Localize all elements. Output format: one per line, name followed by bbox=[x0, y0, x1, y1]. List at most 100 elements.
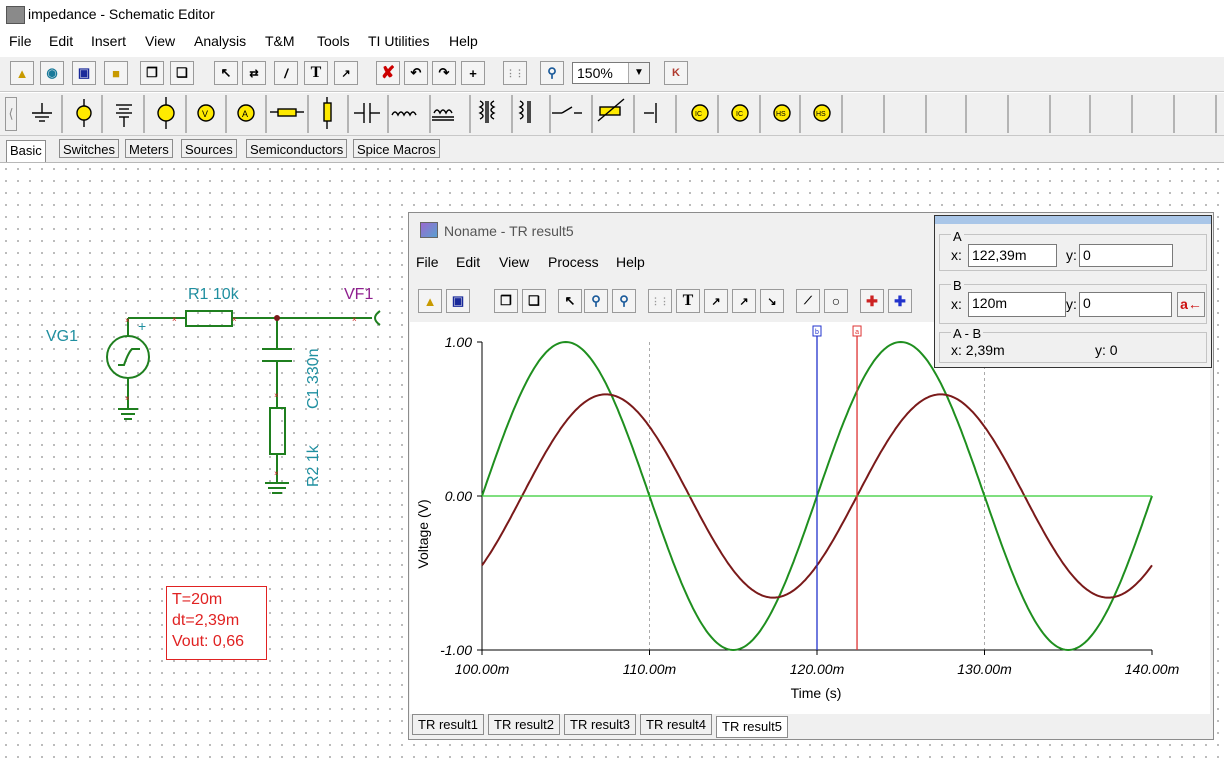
r1-resistor[interactable] bbox=[185, 310, 233, 327]
inductor-icon[interactable] bbox=[391, 111, 417, 117]
delete-icon[interactable]: ✘ bbox=[376, 61, 400, 85]
circle-tool-icon[interactable]: ○ bbox=[824, 289, 848, 313]
menu-view[interactable]: View bbox=[145, 33, 175, 49]
inductor-core-icon[interactable] bbox=[432, 109, 454, 121]
menu-ti-utilities[interactable]: TI Utilities bbox=[368, 33, 429, 49]
cursor-diff-label: A - B bbox=[951, 326, 984, 341]
text-tool-icon[interactable]: T bbox=[676, 289, 700, 313]
menu-tm[interactable]: T&M bbox=[265, 33, 295, 49]
menu-edit[interactable]: Edit bbox=[49, 33, 73, 49]
tab-switches[interactable]: Switches bbox=[59, 139, 120, 158]
pointer-icon[interactable]: ↖ bbox=[214, 61, 238, 85]
undo-icon[interactable]: ↶ bbox=[404, 61, 428, 85]
voltage-source-icon[interactable] bbox=[76, 99, 92, 127]
annotation-vout: Vout: 0,66 bbox=[172, 633, 245, 650]
tab-spice-macros[interactable]: Spice Macros bbox=[353, 139, 440, 158]
zoom-in-icon[interactable]: ⚲ bbox=[584, 289, 608, 313]
tab-semiconductors[interactable]: Semiconductors bbox=[246, 139, 348, 158]
cursor-a-y-field[interactable]: 0 bbox=[1079, 244, 1173, 267]
chevron-down-icon[interactable]: ▼ bbox=[628, 63, 649, 83]
tab-sources[interactable]: Sources bbox=[181, 139, 237, 158]
tab-tr-result3[interactable]: TR result3 bbox=[564, 714, 636, 735]
save-icon[interactable]: ▣ bbox=[446, 289, 470, 313]
redo-icon[interactable]: ↷ bbox=[432, 61, 456, 85]
paste-icon[interactable]: ❏ bbox=[522, 289, 546, 313]
result-menu-help[interactable]: Help bbox=[616, 254, 645, 270]
grid-icon[interactable]: ⋮⋮ bbox=[503, 61, 527, 85]
vf1-label: VF1 bbox=[344, 286, 373, 303]
vf1-probe[interactable] bbox=[374, 310, 381, 326]
menu-file[interactable]: File bbox=[9, 33, 32, 49]
tab-tr-result2[interactable]: TR result2 bbox=[488, 714, 560, 735]
menu-insert[interactable]: Insert bbox=[91, 33, 126, 49]
capacitor-icon[interactable] bbox=[354, 103, 380, 123]
cursor-a-x-field[interactable]: 122,39m bbox=[968, 244, 1057, 267]
tangent2-icon[interactable]: ↗ bbox=[732, 289, 756, 313]
open-icon[interactable]: ▲ bbox=[418, 289, 442, 313]
globe-icon[interactable]: ◉ bbox=[40, 61, 64, 85]
variable-resistor-icon[interactable] bbox=[597, 98, 625, 122]
cursor-panel-titlebar[interactable] bbox=[935, 216, 1211, 224]
tab-tr-result1[interactable]: TR result1 bbox=[412, 714, 484, 735]
ammeter-icon[interactable]: A bbox=[237, 104, 255, 122]
cut-icon[interactable]: K bbox=[664, 61, 688, 85]
pencil-icon[interactable]: / bbox=[274, 61, 298, 85]
cursor-b-x-field[interactable]: 120m bbox=[968, 292, 1066, 317]
tab-basic[interactable]: Basic bbox=[6, 140, 46, 162]
copy-icon[interactable]: ❐ bbox=[494, 289, 518, 313]
hs-source2-icon[interactable]: HS bbox=[813, 104, 831, 122]
menu-analysis[interactable]: Analysis bbox=[194, 33, 246, 49]
transformer2-icon[interactable] bbox=[518, 100, 531, 123]
voltmeter-icon[interactable]: V bbox=[197, 104, 215, 122]
zoom-icon[interactable]: ⚲ bbox=[540, 61, 564, 85]
controlled-source-icon[interactable]: IC bbox=[731, 104, 749, 122]
line-tool-icon[interactable]: ⟋ bbox=[796, 289, 820, 313]
open-icon[interactable]: ▲ bbox=[10, 61, 34, 85]
ground-component-icon[interactable] bbox=[32, 103, 52, 122]
c1-label: C1 330n bbox=[305, 349, 322, 410]
cursor-b-y-field[interactable]: 0 bbox=[1079, 292, 1172, 317]
annotation-box[interactable]: T=20m dt=2,39m Vout: 0,66 bbox=[166, 586, 267, 660]
component-tabs: Basic Switches Meters Sources Semiconduc… bbox=[0, 136, 1224, 163]
menu-tools[interactable]: Tools bbox=[317, 33, 350, 49]
pointer-icon[interactable]: ↖ bbox=[558, 289, 582, 313]
title-bar: impedance - Schematic Editor bbox=[0, 0, 1224, 30]
transformer-icon[interactable] bbox=[478, 100, 496, 123]
text-tool-icon[interactable]: T bbox=[304, 61, 328, 85]
paste-icon[interactable]: ❏ bbox=[170, 61, 194, 85]
r2-resistor[interactable] bbox=[265, 407, 289, 494]
battery-icon[interactable] bbox=[116, 104, 132, 127]
copy-icon[interactable]: ❐ bbox=[140, 61, 164, 85]
potentiometer-icon[interactable] bbox=[323, 97, 332, 129]
result-menu-process[interactable]: Process bbox=[548, 254, 599, 270]
result-menu-view[interactable]: View bbox=[499, 254, 529, 270]
result-menu-edit[interactable]: Edit bbox=[456, 254, 480, 270]
switch-icon[interactable] bbox=[552, 106, 582, 114]
dc-source-icon[interactable] bbox=[644, 103, 657, 123]
swap-cursor-button[interactable]: a← bbox=[1177, 292, 1205, 317]
tangent-icon[interactable]: ↗ bbox=[704, 289, 728, 313]
slope-icon[interactable]: ↘ bbox=[760, 289, 784, 313]
wire-icon[interactable]: ⇄ bbox=[242, 61, 266, 85]
label-tool-icon[interactable]: ↗ bbox=[334, 61, 358, 85]
zoom-select[interactable]: 150% ▼ bbox=[572, 62, 650, 84]
hs-source-icon[interactable]: HS bbox=[773, 104, 791, 122]
grid-icon[interactable]: ⋮⋮ bbox=[648, 289, 672, 313]
scroll-left-icon[interactable]: ⟨ bbox=[5, 97, 17, 131]
svg-text:HS: HS bbox=[816, 111, 826, 118]
tab-tr-result5[interactable]: TR result5 bbox=[716, 716, 788, 738]
tab-meters[interactable]: Meters bbox=[125, 139, 173, 158]
main-toolbar: ▲ ◉ ▣ ■ ❐ ❏ ↖ ⇄ / T ↗ ✘ ↶ ↷ + ⋮⋮ ⚲ 150% … bbox=[0, 56, 1224, 92]
save-icon[interactable]: ▣ bbox=[72, 61, 96, 85]
cursor-a-icon[interactable]: ✚ bbox=[860, 289, 884, 313]
sine-source-icon[interactable] bbox=[157, 97, 175, 129]
folder-save-icon[interactable]: ■ bbox=[104, 61, 128, 85]
result-menu-file[interactable]: File bbox=[416, 254, 439, 270]
resistor-icon[interactable] bbox=[270, 108, 304, 117]
menu-help[interactable]: Help bbox=[449, 33, 478, 49]
crosshair-icon[interactable]: + bbox=[461, 61, 485, 85]
cursor-b-icon[interactable]: ✚ bbox=[888, 289, 912, 313]
current-source-icon[interactable]: IC bbox=[691, 104, 709, 122]
tab-tr-result4[interactable]: TR result4 bbox=[640, 714, 712, 735]
zoom-100-icon[interactable]: ⚲ bbox=[612, 289, 636, 313]
